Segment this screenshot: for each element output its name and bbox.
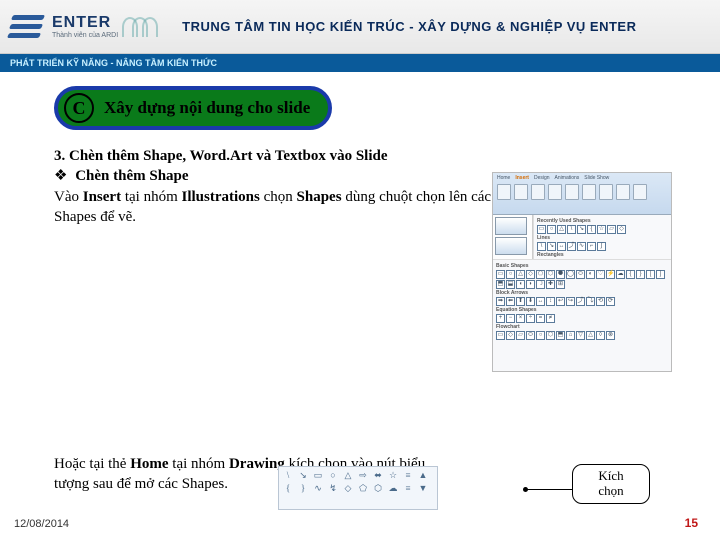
subheader-bar: PHÁT TRIỂN KỸ NĂNG - NÂNG TẦM KIẾN THỨC [0,54,720,72]
bullet-text: Chèn thêm Shape [75,168,188,184]
ribbon-button-icon [531,184,545,200]
ribbon-tabs: Home Insert Design Animations Slide Show [497,175,667,181]
header-bar: ENTER Thành viên của ARDI TRUNG TÂM TIN … [0,0,720,54]
logo-icon [10,13,46,41]
ribbon: Home Insert Design Animations Slide Show [493,173,671,215]
decorative-arcs [128,17,158,37]
shapes-dropdown-lower: Basic Shapes ▭○△◇⬠⬡⯃◯⬭◐♡⚡ ☁{}[]⬒⬓◖◗☽✚⊞ B… [493,259,671,371]
ribbon-button-icon [633,184,647,200]
section-letter: C [64,93,94,123]
body-heading: 3. Chèn thêm Shape, Word.Art và Textbox … [54,148,388,164]
callout-text-1: Kích [598,468,623,483]
shapes-button-icon [599,184,613,200]
slide-thumbnail [495,237,527,255]
slide-thumbnails-panel [493,215,533,261]
header-title: TRUNG TÂM TIN HỌC KIẾN TRÚC - XÂY DỰNG &… [182,19,636,34]
footer-date: 12/08/2014 [14,518,69,530]
powerpoint-screenshot: Home Insert Design Animations Slide Show [492,172,672,372]
ribbon-button-icon [497,184,511,200]
subheader-text: PHÁT TRIỂN KỸ NĂNG - NÂNG TẦM KIẾN THỨC [10,58,217,68]
ribbon-button-icon [565,184,579,200]
ribbon-button-icon [616,184,630,200]
section-badge: C Xây dựng nội dung cho slide [54,86,332,130]
callout-bubble: Kích chọn [572,464,650,504]
section-title: Xây dựng nội dung cho slide [104,98,310,118]
ribbon-buttons [497,184,667,200]
callout-text-2: chọn [598,483,623,498]
instruction-paragraph-1: Vào Insert tại nhóm Illustrations chọn S… [54,187,494,228]
logo-subtitle: Thành viên của ARDI [52,32,118,39]
callout-connector-line [526,489,574,490]
logo-name: ENTER [52,14,118,32]
shapes-dropdown-panel: Recently Used Shapes ▭○△\↘{☆▱◇ Lines \↘↔… [533,215,671,261]
slide-thumbnail [495,217,527,235]
body-text: 3. Chèn thêm Shape, Word.Art và Textbox … [54,146,494,227]
logo: ENTER Thành viên của ARDI [10,13,118,41]
footer-page-number: 15 [685,516,698,530]
ribbon-button-icon [582,184,596,200]
slide-content: C Xây dựng nội dung cho slide 3. Chèn th… [0,72,720,540]
ribbon-button-icon [514,184,528,200]
ribbon-button-icon [548,184,562,200]
drawing-shapes-gallery: \↘▭○△⇨⬌☆≡▲ {}∿↯◇⬠⬡☁≡▼ [278,466,438,510]
diamond-bullet-icon: ❖ [54,168,67,184]
